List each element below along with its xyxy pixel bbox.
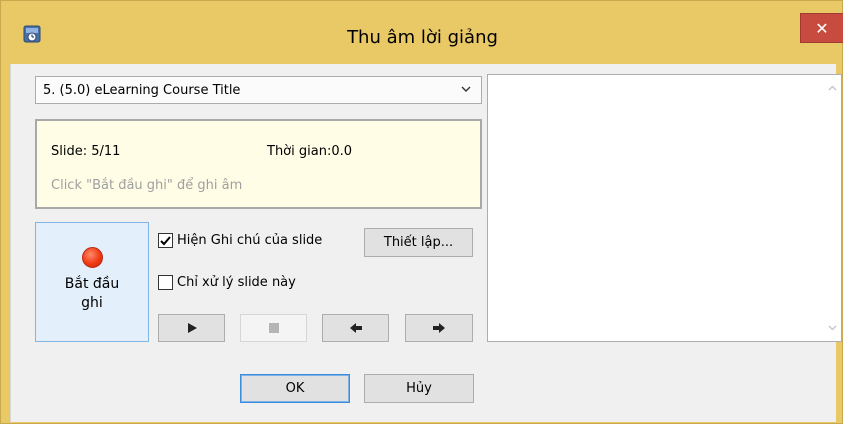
- settings-button[interactable]: Thiết lập...: [364, 228, 473, 257]
- dialog-window: Thu âm lời giảng ✕ 5. (5.0) eLearning Co…: [0, 0, 843, 424]
- previous-slide-button[interactable]: [322, 314, 389, 342]
- checkmark-icon: [160, 236, 171, 246]
- slide-select-dropdown[interactable]: 5. (5.0) eLearning Course Title: [35, 76, 482, 104]
- settings-button-label: Thiết lập...: [383, 235, 454, 250]
- next-slide-button[interactable]: [405, 314, 473, 342]
- show-notes-label: Hiện Ghi chú của slide: [177, 233, 323, 248]
- this-slide-only-label: Chỉ xử lý slide này: [177, 275, 296, 290]
- this-slide-only-checkbox-row[interactable]: Chỉ xử lý slide này: [158, 275, 296, 290]
- cancel-button[interactable]: Hủy: [364, 374, 474, 403]
- close-icon: ✕: [815, 18, 829, 38]
- start-recording-label: Bắt đầu ghi: [64, 276, 120, 311]
- close-button[interactable]: ✕: [800, 13, 843, 43]
- arrow-right-icon: [433, 323, 445, 333]
- slide-select-value: 5. (5.0) eLearning Course Title: [43, 82, 241, 98]
- scroll-down-icon[interactable]: [827, 322, 838, 333]
- time-readout: Thời gian:0.0: [267, 144, 353, 159]
- show-notes-checkbox-row[interactable]: Hiện Ghi chú của slide: [158, 233, 322, 248]
- show-notes-checkbox[interactable]: [158, 233, 173, 248]
- slide-notes-textarea[interactable]: [487, 74, 842, 342]
- start-recording-button[interactable]: Bắt đầu ghi: [35, 222, 149, 342]
- play-icon: [187, 323, 197, 333]
- dialog-client-area: 5. (5.0) eLearning Course Title Slide: 5…: [10, 64, 842, 422]
- ok-button[interactable]: OK: [240, 374, 350, 403]
- record-icon: [82, 247, 103, 268]
- window-title: Thu âm lời giảng: [347, 27, 498, 48]
- slide-counter: Slide: 5/11: [51, 144, 121, 159]
- recording-info-panel: Slide: 5/11 Thời gian:0.0 Click "Bắt đầu…: [35, 119, 482, 209]
- stop-icon: [268, 323, 279, 333]
- cancel-button-label: Hủy: [406, 381, 432, 396]
- scroll-up-icon[interactable]: [827, 83, 838, 94]
- recording-hint: Click "Bắt đầu ghi" để ghi âm: [51, 178, 243, 193]
- notes-scrollbar[interactable]: [824, 75, 841, 341]
- title-bar: Thu âm lời giảng ✕: [1, 1, 843, 55]
- play-button[interactable]: [158, 314, 225, 342]
- arrow-left-icon: [349, 323, 362, 333]
- chevron-down-icon: [461, 86, 471, 92]
- stop-button[interactable]: [240, 314, 307, 342]
- ok-button-label: OK: [285, 381, 305, 396]
- this-slide-only-checkbox[interactable]: [158, 275, 173, 290]
